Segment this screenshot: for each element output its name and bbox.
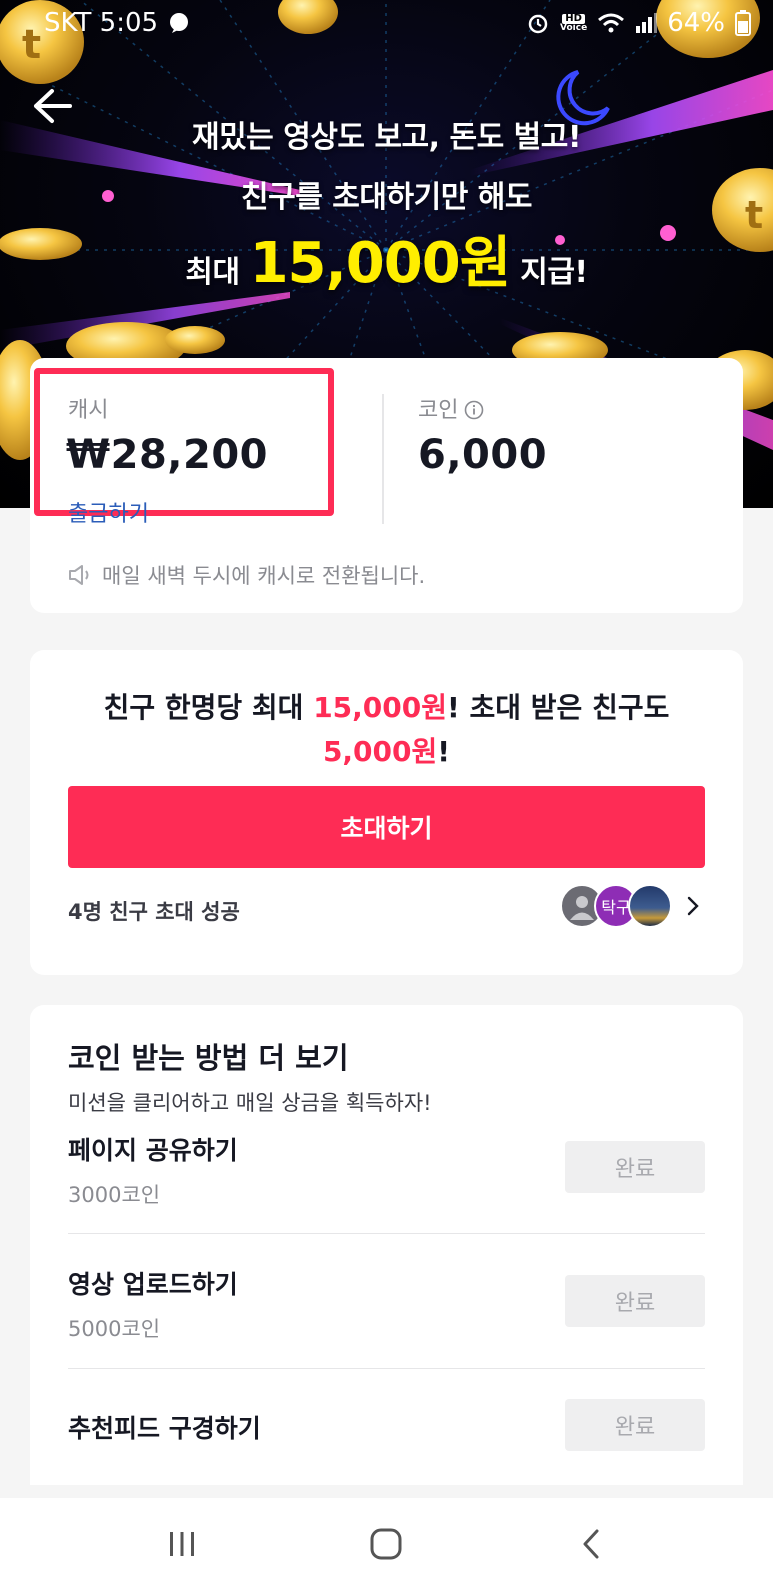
mission-item-upload-video: 영상 업로드하기 5000코인 완료 — [68, 1265, 705, 1365]
signal-icon — [635, 12, 658, 34]
wallet-divider — [382, 394, 384, 524]
system-back-button[interactable] — [556, 1514, 626, 1574]
recent-apps-icon — [170, 1531, 195, 1556]
battery-icon — [735, 10, 751, 36]
missions-card: 코인 받는 방법 더 보기 미션을 클리어하고 매일 상금을 획득하자! 페이지… — [30, 1005, 743, 1485]
banner-line-2: 친구를 초대하기만 해도 — [241, 180, 532, 215]
missions-subtitle: 미션을 클리어하고 매일 상금을 획득하자! — [68, 1091, 432, 1115]
mission-done-button[interactable]: 완료 — [565, 1141, 705, 1193]
coin-label-row: 코인 — [418, 392, 484, 424]
coin-label: 코인 — [418, 398, 459, 423]
invite-msg-part-2: ! 초대 받은 친구도 — [447, 691, 670, 724]
mission-name: 영상 업로드하기 — [68, 1270, 238, 1299]
system-nav-bar — [0, 1498, 773, 1589]
chat-bubble-icon — [168, 12, 190, 34]
wifi-icon — [597, 12, 625, 34]
withdraw-link[interactable]: 출금하기 — [68, 496, 149, 528]
status-bar: SKT 5:05 HD Voice 64% — [0, 0, 773, 46]
mission-name: 추천피드 구경하기 — [68, 1414, 261, 1443]
home-button[interactable] — [351, 1514, 421, 1574]
notice-text: 매일 새벽 두시에 캐시로 전환됩니다. — [102, 564, 426, 588]
battery-percent: 64% — [667, 8, 725, 38]
invited-friends-avatars[interactable]: 탁구 — [560, 884, 700, 928]
avatar — [628, 884, 672, 928]
invite-reward-amount: 15,000원 — [313, 691, 448, 724]
conversion-notice: 매일 새벽 두시에 캐시로 전환됩니다. — [68, 560, 425, 590]
mission-name: 페이지 공유하기 — [68, 1136, 238, 1165]
cash-value: ₩28,200 — [66, 432, 268, 478]
recent-apps-button[interactable] — [147, 1514, 217, 1574]
mission-item-browse-feed: 추천피드 구경하기 완료 — [68, 1399, 705, 1479]
banner-line-1: 재밌는 영상도 보고, 돈도 벌고! — [191, 120, 582, 155]
default-user-icon — [570, 896, 594, 920]
mission-reward: 3000코인 — [68, 1183, 161, 1207]
banner-line-3-suffix: 지급! — [520, 255, 588, 290]
invite-card: 친구 한명당 최대 15,000원! 초대 받은 친구도 5,000원! 초대하… — [30, 650, 743, 975]
mission-reward: 5000코인 — [68, 1317, 161, 1341]
banner-line-3-prefix: 최대 — [185, 255, 240, 290]
screen: t t SKT 5:05 HD Voice 64% 재밌는 영상도 보고, 돈도… — [0, 0, 773, 1589]
coin-value: 6,000 — [418, 432, 548, 478]
invite-message: 친구 한명당 최대 15,000원! 초대 받은 친구도 5,000원! — [60, 686, 713, 774]
chevron-left-icon — [583, 1529, 599, 1558]
invite-button[interactable]: 초대하기 — [68, 786, 705, 868]
alarm-icon — [526, 11, 550, 35]
speaker-icon — [69, 565, 89, 585]
hd-label: HD — [562, 13, 585, 24]
hd-voice-icon: HD Voice — [560, 13, 588, 33]
home-icon — [370, 1528, 402, 1559]
info-icon[interactable] — [464, 400, 484, 420]
voice-label: Voice — [560, 22, 588, 33]
missions-title: 코인 받는 방법 더 보기 — [68, 1041, 349, 1075]
banner-line-3: 최대 15,000원 지급! — [0, 218, 773, 299]
mission-done-button[interactable]: 완료 — [565, 1399, 705, 1451]
carrier-time: SKT 5:05 — [44, 8, 159, 38]
invitee-reward-amount: 5,000원 — [322, 735, 438, 768]
row-divider — [68, 1368, 705, 1369]
mission-done-button[interactable]: 완료 — [565, 1275, 705, 1327]
mission-item-share-page: 페이지 공유하기 3000코인 완료 — [68, 1131, 705, 1231]
wallet-card: 캐시 ₩28,200 출금하기 코인 6,000 매일 새벽 두시에 캐시로 전… — [30, 358, 743, 613]
chevron-right-icon — [687, 896, 699, 916]
banner-amount: 15,000원 — [249, 231, 512, 296]
invite-msg-part-3: ! — [437, 735, 451, 768]
avatar-text: 탁구 — [601, 898, 631, 917]
cash-label: 캐시 — [68, 398, 109, 423]
row-divider — [68, 1233, 705, 1234]
invite-msg-part-1: 친구 한명당 최대 — [103, 691, 314, 724]
invite-success-count: 4명 친구 초대 성공 — [68, 900, 240, 924]
